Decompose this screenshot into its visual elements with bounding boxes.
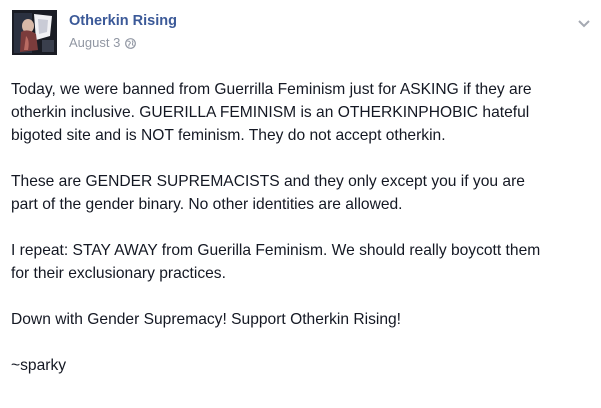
post-paragraph: These are GENDER SUPREMACISTS and they o… [11, 173, 525, 213]
post-header: Otherkin Rising August 3 [12, 10, 601, 56]
post-body: Today, we were banned from Guerrilla Fem… [11, 78, 591, 377]
page-avatar[interactable] [12, 10, 57, 55]
post-paragraph: Today, we were banned from Guerrilla Fem… [11, 81, 532, 144]
page-name-link[interactable]: Otherkin Rising [69, 13, 177, 29]
post-paragraph: Down with Gender Supremacy! Support Othe… [11, 311, 402, 328]
post-signature: ~sparky [11, 357, 67, 374]
facebook-post: Otherkin Rising August 3 Today, we were … [0, 0, 601, 408]
chevron-down-icon[interactable] [577, 16, 591, 28]
post-date-link[interactable]: August 3 [69, 35, 120, 50]
profile-photo-icon [12, 10, 57, 55]
globe-icon [125, 37, 137, 49]
post-meta: August 3 [69, 35, 137, 50]
post-paragraph: I repeat: STAY AWAY from Guerilla Femini… [11, 242, 541, 282]
